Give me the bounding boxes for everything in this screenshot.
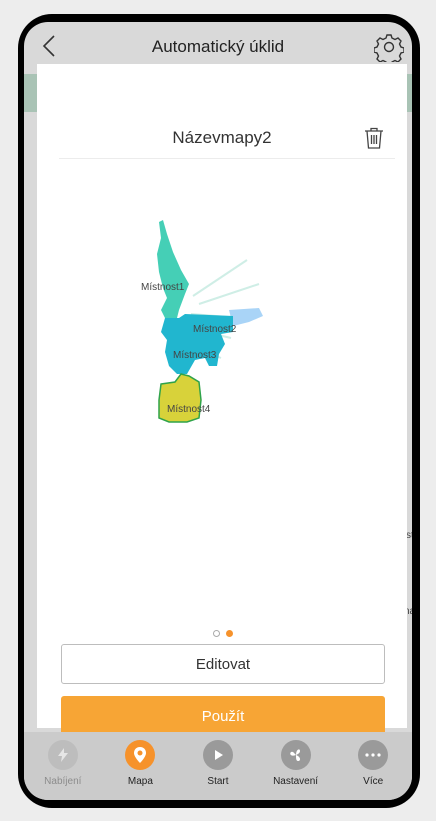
nav-label: Nabíjení	[44, 776, 82, 787]
more-icon	[358, 740, 389, 770]
nav-label: Nastavení	[273, 776, 319, 787]
map-name: Názevmapy2	[172, 128, 272, 147]
room-3-label: Místnost3	[173, 350, 217, 361]
back-arrow-icon[interactable]	[36, 32, 64, 60]
cleaning-map[interactable]: Místnost1 Místnost2 Místnost3 Místnost4	[129, 214, 329, 454]
room-1-area[interactable]	[157, 220, 189, 318]
room-2-label: Místnost2	[193, 324, 237, 335]
page-dot-active[interactable]	[226, 630, 233, 637]
map-dialog: Názevmapy2 Místnost1 Místnost2 Místnost3…	[37, 64, 407, 736]
nav-item-settings[interactable]: Nastavení	[260, 740, 332, 787]
fan-icon	[280, 740, 311, 770]
gear-icon[interactable]	[374, 32, 404, 62]
room-3-area[interactable]	[161, 314, 233, 374]
nav-item-map[interactable]: Mapa	[104, 740, 176, 787]
edit-button[interactable]: Editovat	[61, 644, 385, 684]
room-1-label: Místnost1	[141, 282, 185, 293]
map-pin-icon	[125, 740, 156, 770]
nav-label: Mapa	[127, 776, 153, 787]
nav-label: Start	[207, 776, 229, 787]
play-icon	[202, 740, 233, 770]
trash-icon[interactable]	[363, 126, 385, 150]
nav-item-start[interactable]: Start	[182, 740, 254, 787]
divider	[59, 158, 395, 159]
apply-button[interactable]: Použít	[61, 696, 385, 736]
page-dot[interactable]	[213, 630, 220, 637]
nav-item-more[interactable]: Více	[337, 740, 409, 787]
room-4-label: Místnost4	[167, 404, 211, 415]
charge-icon	[47, 740, 78, 770]
nav-item-charging[interactable]: Nabíjení	[27, 740, 99, 787]
page-indicator	[213, 630, 233, 637]
app-screen: Automatický úklid st na Názevmapy2	[24, 22, 412, 800]
page-title: Automatický úklid	[151, 37, 285, 56]
nav-label: Více	[363, 776, 384, 787]
bottom-nav: Nabíjení Mapa Start Nastavení Více	[24, 732, 412, 800]
